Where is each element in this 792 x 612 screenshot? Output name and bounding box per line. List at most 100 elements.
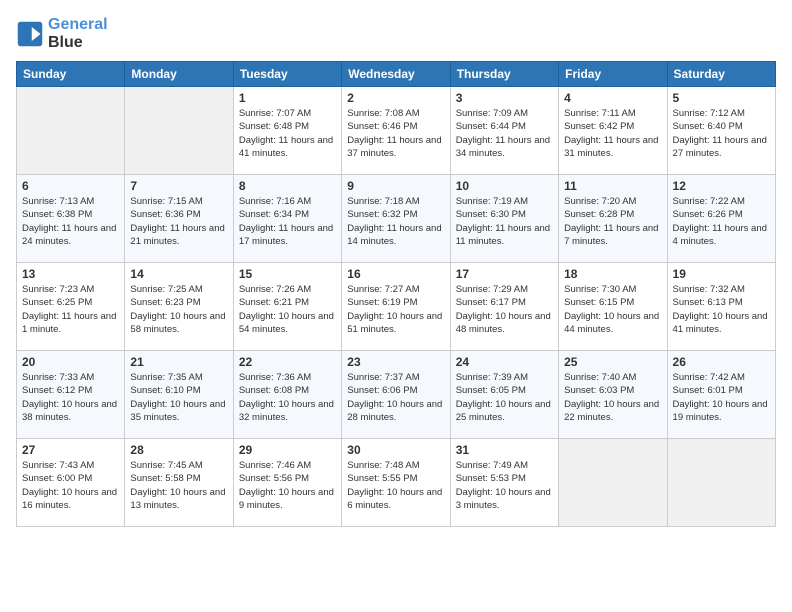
day-detail: Sunrise: 7:42 AMSunset: 6:01 PMDaylight:… xyxy=(673,371,770,424)
day-number: 4 xyxy=(564,91,661,105)
day-detail: Sunrise: 7:39 AMSunset: 6:05 PMDaylight:… xyxy=(456,371,553,424)
day-number: 22 xyxy=(239,355,336,369)
calendar-day-cell: 12 Sunrise: 7:22 AMSunset: 6:26 PMDayligh… xyxy=(667,175,775,263)
day-number: 21 xyxy=(130,355,227,369)
day-number: 13 xyxy=(22,267,119,281)
day-number: 5 xyxy=(673,91,770,105)
weekday-header: Friday xyxy=(559,62,667,87)
calendar-week-row: 27 Sunrise: 7:43 AMSunset: 6:00 PMDayligh… xyxy=(17,439,776,527)
calendar-day-cell: 7 Sunrise: 7:15 AMSunset: 6:36 PMDaylight… xyxy=(125,175,233,263)
day-number: 27 xyxy=(22,443,119,457)
calendar-day-cell: 4 Sunrise: 7:11 AMSunset: 6:42 PMDaylight… xyxy=(559,87,667,175)
day-number: 20 xyxy=(22,355,119,369)
day-number: 11 xyxy=(564,179,661,193)
day-detail: Sunrise: 7:20 AMSunset: 6:28 PMDaylight:… xyxy=(564,195,661,248)
day-detail: Sunrise: 7:46 AMSunset: 5:56 PMDaylight:… xyxy=(239,459,336,512)
day-detail: Sunrise: 7:30 AMSunset: 6:15 PMDaylight:… xyxy=(564,283,661,336)
day-number: 30 xyxy=(347,443,444,457)
day-number: 3 xyxy=(456,91,553,105)
day-detail: Sunrise: 7:29 AMSunset: 6:17 PMDaylight:… xyxy=(456,283,553,336)
calendar-day-cell: 14Sunrise: 7:25 AMSunset: 6:23 PMDayligh… xyxy=(125,263,233,351)
day-detail: Sunrise: 7:07 AMSunset: 6:48 PMDaylight:… xyxy=(239,107,336,160)
day-detail: Sunrise: 7:40 AMSunset: 6:03 PMDaylight:… xyxy=(564,371,661,424)
calendar-day-cell: 3 Sunrise: 7:09 AMSunset: 6:44 PMDaylight… xyxy=(450,87,558,175)
calendar-week-row: 1 Sunrise: 7:07 AMSunset: 6:48 PMDaylight… xyxy=(17,87,776,175)
calendar-day-cell: 6Sunrise: 7:13 AMSunset: 6:38 PMDaylight… xyxy=(17,175,125,263)
day-detail: Sunrise: 7:18 AMSunset: 6:32 PMDaylight:… xyxy=(347,195,444,248)
day-detail: Sunrise: 7:11 AMSunset: 6:42 PMDaylight:… xyxy=(564,107,661,160)
day-detail: Sunrise: 7:45 AMSunset: 5:58 PMDaylight:… xyxy=(130,459,227,512)
day-detail: Sunrise: 7:35 AMSunset: 6:10 PMDaylight:… xyxy=(130,371,227,424)
day-number: 14 xyxy=(130,267,227,281)
calendar-day-cell: 22 Sunrise: 7:36 AMSunset: 6:08 PMDayligh… xyxy=(233,351,341,439)
day-number: 12 xyxy=(673,179,770,193)
day-number: 19 xyxy=(673,267,770,281)
day-detail: Sunrise: 7:15 AMSunset: 6:36 PMDaylight:… xyxy=(130,195,227,248)
weekday-header: Monday xyxy=(125,62,233,87)
weekday-header: Tuesday xyxy=(233,62,341,87)
calendar-week-row: 6Sunrise: 7:13 AMSunset: 6:38 PMDaylight… xyxy=(17,175,776,263)
day-detail: Sunrise: 7:27 AMSunset: 6:19 PMDaylight:… xyxy=(347,283,444,336)
calendar-day-cell: 9 Sunrise: 7:18 AMSunset: 6:32 PMDaylight… xyxy=(342,175,450,263)
day-detail: Sunrise: 7:36 AMSunset: 6:08 PMDaylight:… xyxy=(239,371,336,424)
calendar-day-cell: 24 Sunrise: 7:39 AMSunset: 6:05 PMDayligh… xyxy=(450,351,558,439)
calendar-body: 1 Sunrise: 7:07 AMSunset: 6:48 PMDaylight… xyxy=(17,87,776,527)
calendar-day-cell: 20 Sunrise: 7:33 AMSunset: 6:12 PMDayligh… xyxy=(17,351,125,439)
calendar-day-cell: 28 Sunrise: 7:45 AMSunset: 5:58 PMDayligh… xyxy=(125,439,233,527)
calendar-day-cell: 26 Sunrise: 7:42 AMSunset: 6:01 PMDayligh… xyxy=(667,351,775,439)
day-number: 16 xyxy=(347,267,444,281)
calendar-day-cell: 27 Sunrise: 7:43 AMSunset: 6:00 PMDayligh… xyxy=(17,439,125,527)
calendar-day-cell: 13 Sunrise: 7:23 AMSunset: 6:25 PMDayligh… xyxy=(17,263,125,351)
day-number: 18 xyxy=(564,267,661,281)
day-detail: Sunrise: 7:33 AMSunset: 6:12 PMDaylight:… xyxy=(22,371,119,424)
calendar-day-cell: 16 Sunrise: 7:27 AMSunset: 6:19 PMDayligh… xyxy=(342,263,450,351)
day-detail: Sunrise: 7:43 AMSunset: 6:00 PMDaylight:… xyxy=(22,459,119,512)
day-detail: Sunrise: 7:19 AMSunset: 6:30 PMDaylight:… xyxy=(456,195,553,248)
calendar-day-cell: 8 Sunrise: 7:16 AMSunset: 6:34 PMDaylight… xyxy=(233,175,341,263)
weekday-header: Sunday xyxy=(17,62,125,87)
calendar-day-cell: 10 Sunrise: 7:19 AMSunset: 6:30 PMDayligh… xyxy=(450,175,558,263)
day-number: 10 xyxy=(456,179,553,193)
day-detail: Sunrise: 7:08 AMSunset: 6:46 PMDaylight:… xyxy=(347,107,444,160)
calendar-day-cell xyxy=(667,439,775,527)
page-header: General Blue xyxy=(16,16,776,51)
day-detail: Sunrise: 7:23 AMSunset: 6:25 PMDaylight:… xyxy=(22,283,119,336)
calendar-day-cell: 19 Sunrise: 7:32 AMSunset: 6:13 PMDayligh… xyxy=(667,263,775,351)
calendar-day-cell: 30 Sunrise: 7:48 AMSunset: 5:55 PMDayligh… xyxy=(342,439,450,527)
weekday-header: Wednesday xyxy=(342,62,450,87)
day-detail: Sunrise: 7:32 AMSunset: 6:13 PMDaylight:… xyxy=(673,283,770,336)
calendar-day-cell: 17 Sunrise: 7:29 AMSunset: 6:17 PMDayligh… xyxy=(450,263,558,351)
weekday-header: Saturday xyxy=(667,62,775,87)
day-detail: Sunrise: 7:09 AMSunset: 6:44 PMDaylight:… xyxy=(456,107,553,160)
logo-text: General Blue xyxy=(48,16,108,51)
day-number: 28 xyxy=(130,443,227,457)
day-detail: Sunrise: 7:26 AMSunset: 6:21 PMDaylight:… xyxy=(239,283,336,336)
logo: General Blue xyxy=(16,16,108,51)
calendar-day-cell: 1 Sunrise: 7:07 AMSunset: 6:48 PMDaylight… xyxy=(233,87,341,175)
calendar-day-cell xyxy=(17,87,125,175)
calendar-day-cell: 25 Sunrise: 7:40 AMSunset: 6:03 PMDayligh… xyxy=(559,351,667,439)
day-number: 2 xyxy=(347,91,444,105)
calendar-day-cell xyxy=(559,439,667,527)
day-number: 8 xyxy=(239,179,336,193)
calendar-header: SundayMondayTuesdayWednesdayThursdayFrid… xyxy=(17,62,776,87)
day-number: 17 xyxy=(456,267,553,281)
calendar-day-cell: 5Sunrise: 7:12 AMSunset: 6:40 PMDaylight… xyxy=(667,87,775,175)
day-detail: Sunrise: 7:37 AMSunset: 6:06 PMDaylight:… xyxy=(347,371,444,424)
calendar-table: SundayMondayTuesdayWednesdayThursdayFrid… xyxy=(16,61,776,527)
day-detail: Sunrise: 7:22 AMSunset: 6:26 PMDaylight:… xyxy=(673,195,770,248)
day-number: 25 xyxy=(564,355,661,369)
calendar-week-row: 13 Sunrise: 7:23 AMSunset: 6:25 PMDayligh… xyxy=(17,263,776,351)
day-number: 7 xyxy=(130,179,227,193)
day-detail: Sunrise: 7:16 AMSunset: 6:34 PMDaylight:… xyxy=(239,195,336,248)
day-number: 9 xyxy=(347,179,444,193)
day-number: 1 xyxy=(239,91,336,105)
day-number: 29 xyxy=(239,443,336,457)
calendar-day-cell: 31Sunrise: 7:49 AMSunset: 5:53 PMDayligh… xyxy=(450,439,558,527)
day-detail: Sunrise: 7:49 AMSunset: 5:53 PMDaylight:… xyxy=(456,459,553,512)
day-number: 26 xyxy=(673,355,770,369)
calendar-day-cell xyxy=(125,87,233,175)
day-number: 23 xyxy=(347,355,444,369)
day-detail: Sunrise: 7:48 AMSunset: 5:55 PMDaylight:… xyxy=(347,459,444,512)
day-number: 24 xyxy=(456,355,553,369)
